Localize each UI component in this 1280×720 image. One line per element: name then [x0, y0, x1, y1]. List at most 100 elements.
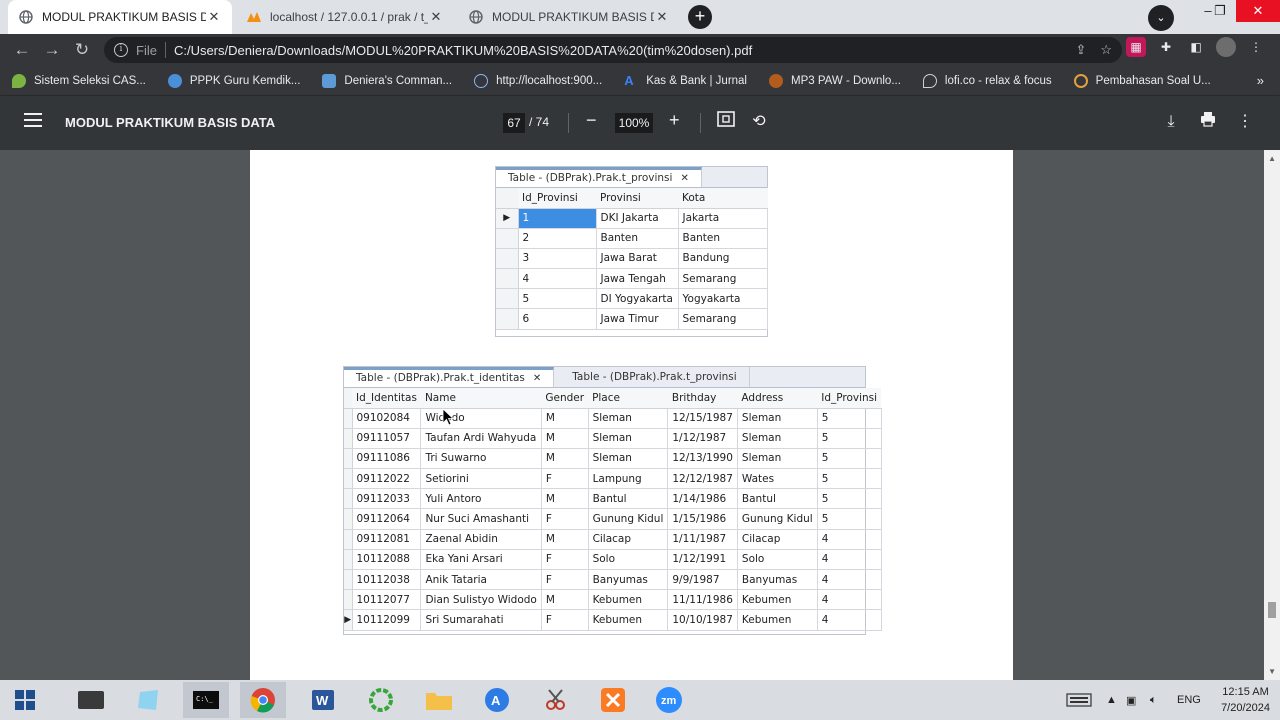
table-row[interactable]: 2 Banten Banten	[496, 228, 768, 249]
browser-tab-1[interactable]: MODUL PRAKTIKUM BASIS DATA ✕	[8, 0, 232, 34]
share-icon[interactable]: ⇪	[1075, 42, 1086, 58]
table-cell[interactable]: Sleman	[737, 448, 818, 470]
zoom-input[interactable]: 100%	[615, 113, 653, 133]
back-arrow-icon[interactable]: ←	[7, 35, 37, 65]
browser-tab-2[interactable]: localhost / 127.0.0.1 / prak / t_ka ✕	[236, 0, 454, 34]
new-tab-button[interactable]: +	[688, 5, 712, 29]
table-cell[interactable]: 6	[518, 308, 597, 330]
table-row[interactable]: 5 DI Yogyakarta Yogyakarta	[496, 288, 768, 310]
close-icon[interactable]: ✕	[428, 9, 444, 25]
table-cell[interactable]: Bantul	[737, 488, 818, 510]
tab-t-provinsi[interactable]: Table - (DBPrak).Prak.t_provinsi ✕	[496, 167, 702, 187]
table-cell[interactable]: 4	[817, 569, 882, 591]
row-header[interactable]	[344, 549, 353, 571]
table-row[interactable]: 10112038 Anik Tataria F Banyumas 9/9/1987 Ban…	[344, 569, 882, 591]
table-cell[interactable]: 1/12/1991	[667, 549, 738, 571]
table-cell[interactable]: 10112099	[352, 609, 422, 631]
table-cell[interactable]: 5	[817, 428, 882, 449]
table-cell[interactable]: Sleman	[588, 428, 669, 449]
bookmark-item[interactable]: lofi.co - relax & focus	[922, 73, 1052, 88]
tab-t-provinsi[interactable]: Table - (DBPrak).Prak.t_provinsi	[554, 367, 750, 387]
table-cell[interactable]: Banten	[678, 228, 768, 249]
network-icon[interactable]: ▣	[1126, 680, 1136, 720]
table-cell[interactable]: DKI Jakarta	[596, 208, 679, 229]
table-cell[interactable]: F	[541, 468, 589, 490]
puzzle-icon[interactable]: ✚	[1156, 37, 1176, 57]
zoom-icon[interactable]: zm	[646, 682, 692, 718]
table-cell[interactable]: Nur Suci Amashanti	[420, 508, 542, 530]
terminal-icon[interactable]: C:\_	[183, 682, 229, 718]
table-cell[interactable]: 2	[518, 228, 597, 249]
table-cell[interactable]: Wates	[737, 468, 818, 490]
table-cell[interactable]: 10112088	[352, 549, 422, 571]
table-cell[interactable]: Cilacap	[588, 529, 669, 550]
table-cell[interactable]: Kebumen	[588, 589, 669, 611]
kebab-menu-icon[interactable]: ⋮	[1246, 37, 1266, 57]
table-cell[interactable]: Bandung	[678, 248, 768, 270]
bookmark-item[interactable]: Deniera's Comman...	[322, 73, 452, 88]
table-cell[interactable]: Sri Sumarahati	[420, 609, 542, 631]
table-cell[interactable]: Banten	[596, 228, 679, 249]
column-header[interactable]: Name	[420, 388, 542, 409]
close-icon[interactable]: ✕	[533, 373, 541, 384]
table-cell[interactable]: 1	[518, 208, 597, 229]
download-icon[interactable]: ⤓	[1160, 111, 1182, 133]
row-header[interactable]	[496, 268, 519, 290]
table-cell[interactable]: Banyumas	[737, 569, 818, 591]
table-cell[interactable]: F	[541, 549, 589, 571]
table-cell[interactable]: Sleman	[588, 408, 669, 429]
clock[interactable]: 12:15 AM 7/20/2024	[1221, 684, 1270, 716]
table-cell[interactable]: Taufan Ardi Wahyuda	[420, 428, 542, 449]
table-cell[interactable]: Kebumen	[588, 609, 669, 631]
table-cell[interactable]: 4	[817, 589, 882, 611]
table-cell[interactable]: M	[541, 488, 589, 510]
table-cell[interactable]: 12/15/1987	[667, 408, 738, 429]
table-cell[interactable]: 9/9/1987	[667, 569, 738, 591]
table-cell[interactable]: 1/14/1986	[667, 488, 738, 510]
tab-t-identitas[interactable]: Table - (DBPrak).Prak.t_identitas ✕	[344, 367, 555, 387]
table-row[interactable]: ▶ 1 DKI Jakarta Jakarta	[496, 208, 768, 229]
app-icon[interactable]	[126, 682, 172, 718]
table-cell[interactable]: Solo	[737, 549, 818, 571]
table-cell[interactable]: 09111086	[352, 448, 422, 470]
bookmark-item[interactable]: Pembahasan Soal U...	[1073, 73, 1211, 88]
table-cell[interactable]: 09112033	[352, 488, 422, 510]
row-header[interactable]	[344, 448, 353, 470]
row-header[interactable]: ▶	[496, 208, 519, 229]
table-cell[interactable]: Jakarta	[678, 208, 768, 229]
table-row[interactable]: 09111057 Taufan Ardi Wahyuda M Sleman 1/12/1…	[344, 428, 882, 449]
browser-tab-3[interactable]: MODUL PRAKTIKUM BASIS DATA ✕	[458, 0, 680, 34]
word-icon[interactable]: W	[300, 682, 346, 718]
column-header[interactable]: Address	[737, 388, 818, 409]
reload-icon[interactable]: ↻	[67, 35, 97, 65]
xampp-icon[interactable]	[590, 682, 636, 718]
close-icon[interactable]: ✕	[680, 173, 688, 184]
row-header[interactable]	[344, 589, 353, 611]
table-cell[interactable]: Semarang	[678, 308, 768, 330]
table-cell[interactable]: Banyumas	[588, 569, 669, 591]
column-header[interactable]: Id_Provinsi	[518, 188, 596, 209]
table-cell[interactable]: M	[541, 529, 589, 550]
kebab-menu-icon[interactable]: ⋮	[1234, 111, 1256, 133]
language-indicator[interactable]: ENG	[1177, 680, 1201, 720]
tab-search-button[interactable]: ⌄	[1148, 5, 1174, 31]
volume-icon[interactable]: 🔈︎	[1150, 680, 1157, 720]
row-header[interactable]	[496, 228, 519, 249]
table-cell[interactable]: DI Yogyakarta	[596, 288, 679, 310]
file-explorer-icon[interactable]	[416, 682, 462, 718]
row-header[interactable]	[344, 488, 353, 510]
close-icon[interactable]: ✕	[206, 9, 222, 25]
windows-start-icon[interactable]	[2, 682, 48, 718]
table-row[interactable]: 09112022 Setiorini F Lampung 12/12/1987 Wates…	[344, 468, 882, 490]
column-header[interactable]: Brithday	[667, 388, 738, 409]
table-cell[interactable]: 09102084	[352, 408, 422, 429]
app-icon[interactable]	[358, 682, 404, 718]
table-cell[interactable]: Jawa Barat	[596, 248, 679, 270]
column-header[interactable]: Place	[588, 388, 668, 409]
row-header[interactable]	[496, 248, 519, 270]
table-cell[interactable]: Tri Suwarno	[420, 448, 542, 470]
scroll-down-icon[interactable]: ▼	[1268, 667, 1276, 676]
table-cell[interactable]: M	[541, 428, 589, 449]
table-cell[interactable]: 4	[817, 529, 882, 550]
table-cell[interactable]: Kebumen	[737, 609, 818, 631]
